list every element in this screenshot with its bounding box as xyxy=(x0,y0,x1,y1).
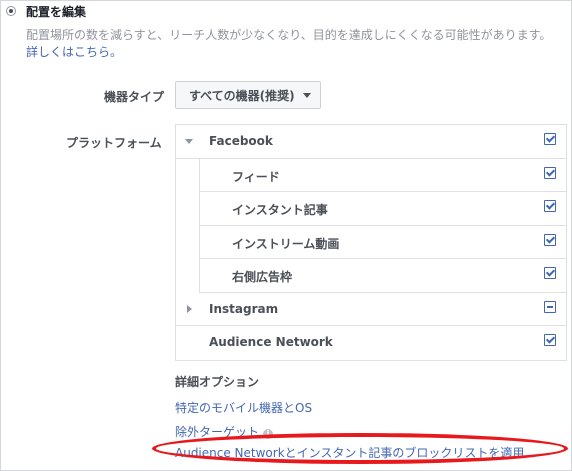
platform-label-instant-articles: インスタント記事 xyxy=(232,203,328,217)
checkbox-instagram[interactable] xyxy=(544,300,556,313)
platform-label-right-column: 右側広告枠 xyxy=(232,270,293,284)
mobile-devices-os-link[interactable]: 特定のモバイル機器とOS xyxy=(175,399,312,416)
platform-label-instream-video: インストリーム動画 xyxy=(232,236,340,251)
learn-more-link[interactable]: 詳しくはこちら。 xyxy=(26,45,122,59)
info-icon[interactable]: i xyxy=(263,429,274,439)
device-type-label: 機器タイプ xyxy=(104,90,165,104)
chevron-down-icon xyxy=(302,92,311,98)
platform-label-instagram: Instagram xyxy=(209,301,279,316)
placement-description: 配置場所の数を減らすと、リーチ人数が少なくなり、目的を達成しにくくなる可能性があ… xyxy=(26,27,556,61)
checkbox-instant-articles[interactable] xyxy=(544,200,556,212)
exclude-targets-link[interactable]: 除外ターゲット i xyxy=(175,423,274,440)
advanced-options-title: 詳細オプション xyxy=(175,375,260,389)
platform-row-facebook[interactable]: Facebook xyxy=(176,125,566,159)
exclude-targets-text: 除外ターゲット xyxy=(175,425,260,439)
platform-row-instagram[interactable]: Instagram xyxy=(176,293,566,326)
platform-row-feed[interactable]: フィード xyxy=(199,158,566,192)
platform-label-facebook: Facebook xyxy=(209,134,273,148)
checkbox-instream-video[interactable] xyxy=(544,233,556,246)
platform-row-instant-articles[interactable]: インスタント記事 xyxy=(199,192,566,226)
checkbox-feed[interactable] xyxy=(544,166,556,179)
platform-label-audience-network: Audience Network xyxy=(209,335,333,349)
platform-row-instream-video[interactable]: インストリーム動画 xyxy=(199,225,566,259)
section-title: 配置を編集 xyxy=(26,5,87,19)
platform-label-feed: フィード xyxy=(232,169,280,184)
checkbox-right-column[interactable] xyxy=(544,267,556,279)
apply-blocklist-link[interactable]: Audience Networkとインスタント記事のブロックリストを適用 xyxy=(175,444,524,461)
checkbox-audience-network[interactable] xyxy=(544,334,556,346)
platform-list: Facebook フィード インスタント記事 インストリーム動画 右側広告枠 I… xyxy=(175,124,567,361)
platform-row-audience-network[interactable]: Audience Network xyxy=(176,326,566,360)
checkbox-facebook[interactable] xyxy=(544,133,556,145)
collapse-arrow-icon[interactable] xyxy=(185,139,193,144)
expand-arrow-icon[interactable] xyxy=(187,304,192,313)
description-text: 配置場所の数を減らすと、リーチ人数が少なくなり、目的を達成しにくくなる可能性があ… xyxy=(26,28,552,42)
platform-label: プラットフォーム xyxy=(66,136,162,150)
edit-placements-radio[interactable] xyxy=(6,6,16,16)
device-type-dropdown[interactable]: すべての機器(推奨) xyxy=(175,81,321,109)
platform-row-right-column[interactable]: 右側広告枠 xyxy=(199,259,566,293)
device-type-value: すべての機器(推奨) xyxy=(189,88,295,103)
